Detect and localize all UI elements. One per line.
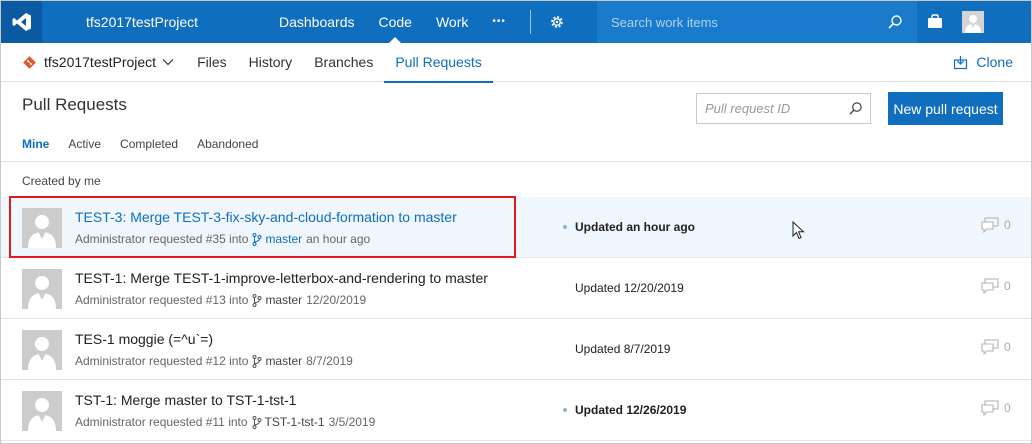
bag-icon[interactable] [927, 14, 943, 34]
pull-request-status: Updated 12/26/2019 [563, 403, 686, 417]
comment-count-value: 0 [1004, 218, 1011, 232]
search-icon[interactable] [887, 14, 903, 30]
vs-logo-icon[interactable] [1, 1, 42, 43]
requested-time: 12/20/2019 [306, 293, 367, 307]
comment-count-value: 0 [1004, 401, 1011, 415]
pull-request-title[interactable]: TST-1: Merge master to TST-1-tst-1 [75, 392, 296, 408]
nav-separator [529, 10, 531, 34]
top-bar: tfs2017testProject Dashboards Code Work … [1, 1, 1031, 43]
pull-request-search[interactable] [696, 93, 871, 124]
pull-request-status: Updated 8/7/2019 [563, 342, 670, 356]
sub-bar: tfs2017testProject Files History Branche… [1, 43, 1031, 83]
mouse-cursor-icon [792, 220, 806, 246]
requested-text: Administrator requested #35 into [75, 232, 249, 246]
tab-abandoned[interactable]: Abandoned [197, 137, 258, 151]
user-avatar[interactable] [962, 11, 984, 33]
requested-text: Administrator requested #12 into [75, 354, 249, 368]
pull-request-meta: Administrator requested #12 into master … [75, 354, 353, 368]
pull-request-title[interactable]: TEST-1: Merge TEST-1-improve-letterbox-a… [75, 270, 488, 286]
comment-count: 0 [981, 217, 1011, 233]
clone-icon [954, 55, 968, 69]
tab-mine[interactable]: Mine [22, 137, 49, 151]
pull-request-status: Updated an hour ago [563, 220, 695, 234]
clone-label: Clone [976, 54, 1013, 70]
branch-icon [252, 232, 262, 246]
branch-icon [252, 354, 262, 368]
status-text: Updated 8/7/2019 [575, 342, 671, 356]
chevron-down-icon [162, 59, 174, 66]
comment-count-value: 0 [1004, 279, 1011, 293]
pull-request-title[interactable]: TES-1 moggie (=^u`=) [75, 331, 213, 347]
status-text: Updated an hour ago [575, 220, 695, 234]
page-title: Pull Requests [22, 95, 127, 114]
avatar [22, 208, 62, 248]
pull-request-meta: Administrator requested #11 into TST-1-t… [75, 415, 375, 429]
repo-name: tfs2017testProject [44, 54, 157, 70]
pull-request-meta: Administrator requested #13 into master … [75, 293, 366, 307]
divider [1, 161, 1031, 162]
target-branch[interactable]: master [265, 232, 302, 246]
status-spacer [563, 347, 567, 351]
comment-icon [981, 217, 999, 233]
tab-pull-requests[interactable]: Pull Requests [384, 43, 494, 83]
work-item-search[interactable]: Search work items [597, 1, 917, 43]
status-spacer [563, 286, 567, 290]
pull-request-meta: Administrator requested #35 into master … [75, 232, 370, 246]
updated-dot [563, 408, 567, 412]
gear-icon[interactable] [549, 14, 565, 30]
branch-icon [252, 293, 262, 307]
new-pull-request-button[interactable]: New pull request [888, 92, 1003, 125]
target-branch[interactable]: master [265, 354, 302, 368]
pull-request-row[interactable]: TEST-3: Merge TEST-3-fix-sky-and-cloud-f… [1, 197, 1031, 258]
pull-request-status: Updated 12/20/2019 [563, 281, 684, 295]
comment-count: 0 [981, 339, 1011, 355]
target-branch[interactable]: master [265, 293, 302, 307]
tab-branches[interactable]: Branches [303, 43, 384, 82]
more-icon[interactable]: ••• [480, 1, 518, 43]
comment-count: 0 [981, 278, 1011, 294]
comment-icon [981, 400, 999, 416]
comment-icon [981, 278, 999, 294]
clone-button[interactable]: Clone [953, 54, 1013, 70]
status-text: Updated 12/26/2019 [575, 403, 687, 417]
nav-work[interactable]: Work [424, 1, 480, 43]
pull-request-row[interactable]: TEST-1: Merge TEST-1-improve-letterbox-a… [1, 258, 1031, 319]
pull-request-row[interactable]: TST-1: Merge master to TST-1-tst-1 Admin… [1, 380, 1031, 441]
app-window: tfs2017testProject Dashboards Code Work … [0, 0, 1032, 444]
tab-files[interactable]: Files [186, 43, 238, 82]
search-icon[interactable] [848, 101, 863, 116]
tab-history[interactable]: History [238, 43, 304, 82]
status-text: Updated 12/20/2019 [575, 281, 684, 295]
requested-text: Administrator requested #11 into [75, 415, 248, 429]
tab-active[interactable]: Active [68, 137, 101, 151]
requested-time: 3/5/2019 [328, 415, 376, 429]
avatar [22, 269, 62, 309]
git-repo-icon [23, 55, 36, 69]
branch-icon [252, 415, 262, 429]
section-heading: Created by me [22, 174, 101, 188]
search-input[interactable]: Search work items [597, 15, 887, 30]
top-nav: Dashboards Code Work ••• [267, 1, 565, 43]
requested-time: 8/7/2019 [306, 354, 353, 368]
nav-code[interactable]: Code [367, 1, 424, 43]
comment-count-value: 0 [1004, 340, 1011, 354]
target-branch[interactable]: TST-1-tst-1 [265, 415, 325, 429]
updated-dot [563, 225, 567, 229]
pull-request-title[interactable]: TEST-3: Merge TEST-3-fix-sky-and-cloud-f… [75, 209, 457, 225]
nav-dashboards[interactable]: Dashboards [267, 1, 367, 43]
sub-nav: Files History Branches Pull Requests [186, 43, 494, 83]
requested-text: Administrator requested #13 into [75, 293, 249, 307]
tab-completed[interactable]: Completed [120, 137, 178, 151]
avatar [22, 391, 62, 431]
project-name[interactable]: tfs2017testProject [42, 14, 267, 30]
comment-count: 0 [981, 400, 1011, 416]
pull-request-list: TEST-3: Merge TEST-3-fix-sky-and-cloud-f… [1, 197, 1031, 441]
avatar [22, 330, 62, 370]
pull-request-row[interactable]: TES-1 moggie (=^u`=) Administrator reque… [1, 319, 1031, 380]
requested-time: an hour ago [306, 232, 371, 246]
comment-icon [981, 339, 999, 355]
repo-selector[interactable]: tfs2017testProject [1, 54, 174, 70]
pull-request-id-input[interactable] [697, 101, 842, 116]
filter-tabs: Mine Active Completed Abandoned [22, 137, 277, 151]
